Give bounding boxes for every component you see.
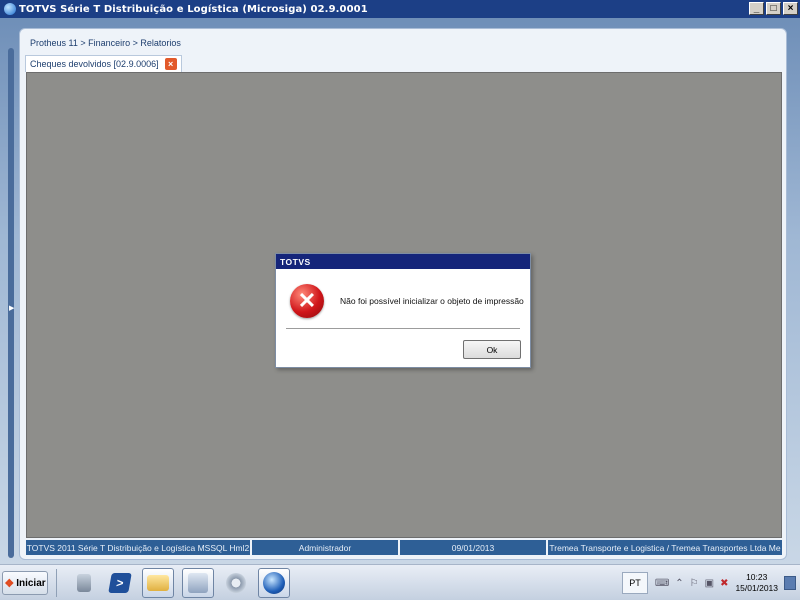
side-panel-handle[interactable]	[8, 48, 14, 558]
error-icon: ✕	[290, 284, 324, 318]
dialog-body: ✕ Não foi possível inicializar o objeto …	[276, 269, 530, 367]
status-environment: TOTVS 2011 Série T Distribuição e Logíst…	[26, 540, 250, 555]
error-dialog: TOTVS ✕ Não foi possível inicializar o o…	[275, 253, 531, 368]
tab-label: Cheques devolvidos [02.9.0006]	[30, 59, 159, 69]
ok-button[interactable]: Ok	[463, 340, 521, 359]
dialog-title: TOTVS	[276, 254, 530, 269]
status-company: Tremea Transporte e Logistica / Tremea T…	[548, 540, 782, 555]
action-center-flag-icon[interactable]: ⚐	[690, 578, 699, 589]
window-controls: _ □ ×	[749, 2, 798, 15]
clock[interactable]: 10:23 15/01/2013	[735, 572, 778, 594]
start-label: Iniciar	[16, 577, 46, 589]
status-user: Administrador	[252, 540, 398, 555]
powershell-icon[interactable]: >	[104, 568, 136, 598]
expand-arrow-icon[interactable]: ▶	[9, 304, 14, 312]
tab-cheques-devolvidos[interactable]: Cheques devolvidos [02.9.0006] ×	[25, 55, 182, 72]
window-titlebar: TOTVS Série T Distribuição e Logística (…	[0, 0, 800, 18]
totvs-app-icon[interactable]	[258, 568, 290, 598]
clock-date: 15/01/2013	[735, 583, 778, 593]
settings-icon[interactable]	[220, 568, 252, 598]
language-indicator[interactable]: PT	[622, 572, 648, 594]
app-icon	[4, 3, 16, 15]
show-desktop-button[interactable]	[784, 576, 796, 590]
status-bar: TOTVS 2011 Série T Distribuição e Logíst…	[26, 540, 782, 555]
show-hidden-icons-icon[interactable]: ⌃	[675, 578, 683, 589]
taskbar-separator	[56, 569, 57, 597]
maximize-button[interactable]: □	[766, 2, 781, 15]
start-button[interactable]: ❖ Iniciar	[2, 571, 48, 595]
window-title: TOTVS Série T Distribuição e Logística (…	[19, 3, 368, 15]
breadcrumb: Protheus 11 > Financeiro > Relatorios	[30, 38, 181, 48]
dialog-separator	[286, 328, 520, 329]
dialog-message: Não foi possível inicializar o objeto de…	[340, 296, 524, 306]
keyboard-icon[interactable]: ⌨	[655, 578, 669, 589]
close-button[interactable]: ×	[783, 2, 798, 15]
tab-close-icon[interactable]: ×	[164, 58, 177, 70]
server-manager-icon[interactable]	[68, 568, 100, 598]
taskbar: ❖ Iniciar > PT ⌨ ⌃ ⚐ ▣ ✖ 10:23 15/01/201…	[0, 564, 800, 600]
clock-time: 10:23	[746, 572, 768, 582]
explorer-icon[interactable]	[142, 568, 174, 598]
minimize-button[interactable]: _	[749, 2, 764, 15]
status-date: 09/01/2013	[400, 540, 546, 555]
windows-logo-icon: ❖	[4, 577, 15, 590]
network-icon[interactable]: ▣	[705, 578, 714, 589]
volume-muted-icon[interactable]: ✖	[720, 578, 728, 589]
tools-icon[interactable]	[182, 568, 214, 598]
system-tray: PT ⌨ ⌃ ⚐ ▣ ✖ 10:23 15/01/2013	[622, 568, 800, 598]
